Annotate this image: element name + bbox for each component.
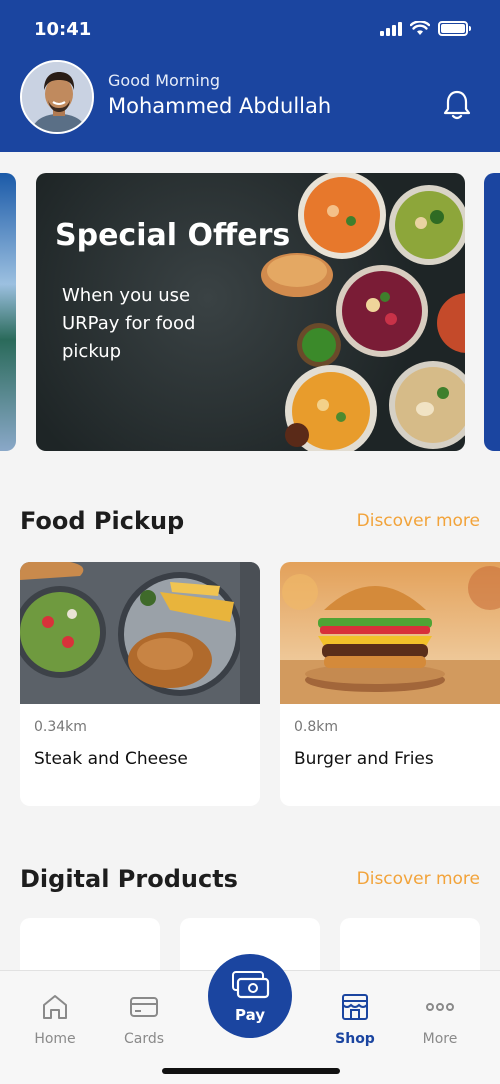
tab-shop-label: Shop (335, 1031, 375, 1047)
status-time: 10:41 (34, 19, 92, 40)
user-name: Mohammed Abdullah (108, 94, 332, 118)
special-offers-banner[interactable]: Special Offers When you use URPay for fo… (36, 173, 465, 451)
avatar[interactable] (20, 60, 94, 134)
home-icon (43, 995, 67, 1019)
status-bar: 10:41 (0, 0, 500, 58)
cellular-signal-icon (380, 21, 402, 36)
tab-home[interactable]: Home (20, 991, 90, 1047)
wifi-icon (410, 21, 430, 35)
banner-title: Special Offers (55, 218, 291, 253)
pay-button-label: Pay (234, 1006, 266, 1024)
store-icon (342, 994, 368, 1020)
status-icons (380, 21, 471, 36)
home-indicator[interactable] (162, 1068, 340, 1074)
notification-bell-icon[interactable] (442, 89, 472, 121)
tab-more-label: More (422, 1031, 458, 1047)
burger-and-fries-image (280, 562, 500, 704)
tab-home-label: Home (34, 1031, 76, 1047)
digital-products-discover-more-link[interactable]: Discover more (357, 869, 480, 889)
food-card-steak-and-cheese[interactable]: 0.34km Steak and Cheese (20, 562, 260, 806)
cash-icon (232, 971, 270, 999)
banner-previous-peek[interactable] (0, 173, 16, 451)
food-name: Burger and Fries (294, 749, 434, 769)
app-header: 10:41 Good Morning Mohammed Abdullah (0, 0, 500, 152)
bottom-tab-bar: Home Cards Pay Shop More (0, 954, 500, 1084)
more-dots-icon (426, 1003, 454, 1011)
greeting-text: Good Morning (108, 71, 220, 90)
digital-products-title: Digital Products (20, 865, 238, 893)
food-distance: 0.34km (34, 719, 87, 735)
tab-shop[interactable]: Shop (320, 991, 390, 1047)
tab-more[interactable]: More (405, 991, 475, 1047)
food-pickup-title: Food Pickup (20, 507, 185, 535)
pay-button[interactable]: Pay (208, 954, 292, 1038)
banner-next-peek[interactable] (484, 173, 500, 451)
food-pickup-discover-more-link[interactable]: Discover more (357, 511, 480, 531)
banner-subtitle: When you use URPay for food pickup (62, 285, 196, 362)
tab-cards-label: Cards (123, 1031, 165, 1047)
banner-food-image (261, 173, 465, 451)
food-card-burger-and-fries[interactable]: 0.8km Burger and Fries (280, 562, 500, 806)
food-name: Steak and Cheese (34, 749, 188, 769)
food-distance: 0.8km (294, 719, 339, 735)
battery-icon (438, 21, 471, 36)
steak-and-cheese-image (20, 562, 260, 704)
card-icon (130, 997, 158, 1017)
tab-cards[interactable]: Cards (109, 991, 179, 1047)
